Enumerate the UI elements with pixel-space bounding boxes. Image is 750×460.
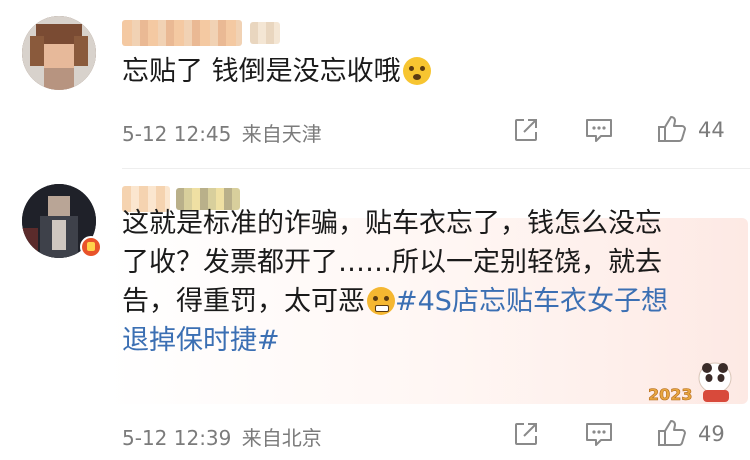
surprised-face-icon xyxy=(402,57,431,85)
username-blurred[interactable] xyxy=(122,20,242,46)
comment-location: 来自天津 xyxy=(241,122,322,146)
like-count: 49 xyxy=(698,422,725,446)
divider xyxy=(122,168,750,169)
comment-item: 忘贴了 钱倒是没忘收哦 5-12 12:45 来自天津 44 xyxy=(0,0,750,170)
user-badge-blurred xyxy=(250,22,280,44)
share-icon[interactable] xyxy=(512,116,540,144)
verified-badge-icon xyxy=(80,236,102,258)
comment-location: 来自北京 xyxy=(241,426,322,450)
comment-text: 这就是标准的诈骗，贴车衣忘了，钱怎么没忘 了收？发票都开了……所以一定别轻饶，就… xyxy=(122,208,668,356)
like-count: 44 xyxy=(698,118,725,142)
comment-meta: 5-12 12:45 来自天津 xyxy=(122,118,322,147)
angry-face-icon xyxy=(367,287,395,315)
like-icon[interactable] xyxy=(656,418,688,448)
comment-icon[interactable] xyxy=(584,116,614,144)
comment-date: 5-12 12:39 xyxy=(122,426,232,450)
comment-date: 5-12 12:45 xyxy=(122,122,232,146)
topic-link-continued[interactable]: 退掉保时捷# xyxy=(122,325,280,356)
comment-item: 这就是标准的诈骗，贴车衣忘了，钱怎么没忘 了收？发票都开了……所以一定别轻饶，就… xyxy=(0,170,750,460)
decoration-year: 2023 xyxy=(648,385,693,404)
like-icon[interactable] xyxy=(656,114,688,144)
topic-link[interactable]: #4S店忘贴车衣女子想 xyxy=(395,286,668,317)
new-year-decoration: 2023 xyxy=(645,360,737,408)
comment-icon[interactable] xyxy=(584,420,614,448)
share-icon[interactable] xyxy=(512,420,540,448)
comment-meta: 5-12 12:39 来自北京 xyxy=(122,422,322,451)
comment-text: 忘贴了 钱倒是没忘收哦 xyxy=(122,52,431,91)
avatar[interactable] xyxy=(22,16,96,90)
